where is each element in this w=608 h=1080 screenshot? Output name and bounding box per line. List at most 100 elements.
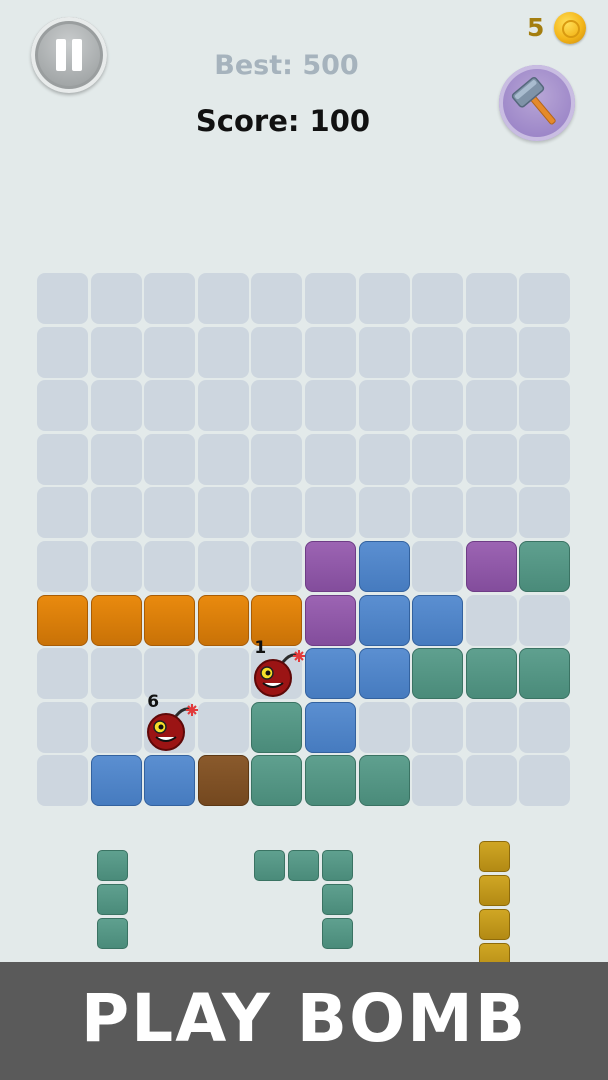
current-score: Score: 100 <box>195 104 371 138</box>
board-cell[interactable] <box>90 648 142 700</box>
board-cell[interactable] <box>465 433 517 485</box>
board-cell[interactable] <box>37 487 88 539</box>
board-cell[interactable] <box>197 273 249 324</box>
board-cell[interactable] <box>90 326 142 378</box>
board-cell[interactable] <box>197 433 249 485</box>
board-cell[interactable] <box>465 326 517 378</box>
piece-cell <box>479 841 510 872</box>
board-block-purple <box>305 541 356 592</box>
board-cell[interactable] <box>358 433 410 485</box>
board-block-blue <box>412 594 464 646</box>
board-cell[interactable] <box>519 273 571 324</box>
board-cell[interactable] <box>37 755 88 807</box>
board-cell[interactable] <box>197 701 249 753</box>
board-cell[interactable] <box>465 273 517 324</box>
board-cell[interactable] <box>37 326 88 378</box>
board-cell[interactable] <box>465 380 517 432</box>
board-cell[interactable] <box>90 487 142 539</box>
board-cell[interactable] <box>412 755 464 807</box>
board-cell[interactable] <box>144 326 196 378</box>
board-cell[interactable] <box>144 380 196 432</box>
board-cell[interactable] <box>144 273 196 324</box>
board-cell[interactable] <box>412 433 464 485</box>
hammer-icon <box>511 76 556 125</box>
board-cell[interactable] <box>197 648 249 700</box>
board-cell[interactable] <box>305 380 356 432</box>
board-cell[interactable] <box>305 487 356 539</box>
board-block-blue <box>144 755 196 807</box>
board-block-teal <box>251 755 303 807</box>
board-cell[interactable] <box>519 433 571 485</box>
board-block-blue <box>90 755 142 807</box>
piece-cell <box>97 918 128 949</box>
board-cell[interactable] <box>412 541 464 592</box>
board-cell[interactable] <box>251 273 303 324</box>
board-cell[interactable] <box>251 326 303 378</box>
board-block-blue <box>358 541 410 592</box>
board-cell[interactable] <box>465 755 517 807</box>
board-block-teal <box>465 648 517 700</box>
board-block-teal <box>412 648 464 700</box>
board-cell[interactable] <box>412 380 464 432</box>
board-cell[interactable] <box>37 648 88 700</box>
board-cell[interactable] <box>465 701 517 753</box>
board-cell[interactable] <box>358 487 410 539</box>
coin-count: 5 <box>527 13 545 42</box>
board-cell[interactable] <box>305 433 356 485</box>
board-cell[interactable] <box>37 433 88 485</box>
board-cell[interactable] <box>358 701 410 753</box>
board-cell[interactable] <box>90 380 142 432</box>
board-block-blue <box>305 648 356 700</box>
board-cell[interactable] <box>305 273 356 324</box>
piece-cell <box>479 909 510 940</box>
board-cell[interactable] <box>412 326 464 378</box>
board-cell[interactable] <box>197 380 249 432</box>
board-cell[interactable] <box>519 594 571 646</box>
board-block-teal <box>305 755 356 807</box>
board-cell[interactable] <box>519 487 571 539</box>
board-cell[interactable] <box>90 701 142 753</box>
board-cell[interactable] <box>144 487 196 539</box>
board-cell[interactable] <box>251 487 303 539</box>
board-cell[interactable] <box>519 755 571 807</box>
piece-cell <box>97 850 128 881</box>
board-cell[interactable] <box>37 541 88 592</box>
board-cell[interactable] <box>358 380 410 432</box>
board-cell[interactable] <box>144 433 196 485</box>
board-cell[interactable] <box>465 594 517 646</box>
board-cell[interactable] <box>305 326 356 378</box>
coin-icon <box>554 12 586 44</box>
board-block-teal <box>519 541 571 592</box>
board-cell[interactable] <box>144 541 196 592</box>
best-score: Best: 500 <box>214 50 359 81</box>
board-block-orange <box>197 594 249 646</box>
board-cell[interactable] <box>358 273 410 324</box>
board-cell[interactable] <box>412 273 464 324</box>
board-cell[interactable] <box>37 701 88 753</box>
board-cell[interactable] <box>37 273 88 324</box>
board-cell[interactable] <box>90 433 142 485</box>
board-block-purple <box>305 594 356 646</box>
board-cell[interactable] <box>197 541 249 592</box>
board-cell[interactable] <box>519 701 571 753</box>
board-cell[interactable] <box>412 701 464 753</box>
board-cell[interactable] <box>90 541 142 592</box>
board-cell[interactable] <box>37 380 88 432</box>
board-cell[interactable] <box>251 433 303 485</box>
board-cell[interactable] <box>251 380 303 432</box>
board-cell[interactable] <box>519 380 571 432</box>
board-cell[interactable] <box>519 326 571 378</box>
board-cell[interactable] <box>358 326 410 378</box>
banner-title: PLAY BOMB <box>80 980 528 1057</box>
board-cell[interactable] <box>465 487 517 539</box>
board-block-brown <box>197 755 249 807</box>
board-cell[interactable] <box>251 541 303 592</box>
board-block-orange <box>37 594 88 646</box>
board-cell[interactable] <box>90 273 142 324</box>
board-cell[interactable] <box>197 487 249 539</box>
board-cell[interactable] <box>197 326 249 378</box>
board-cell[interactable] <box>412 487 464 539</box>
piece-cell <box>97 884 128 915</box>
hammer-button[interactable] <box>499 65 575 141</box>
board-block-teal <box>519 648 571 700</box>
